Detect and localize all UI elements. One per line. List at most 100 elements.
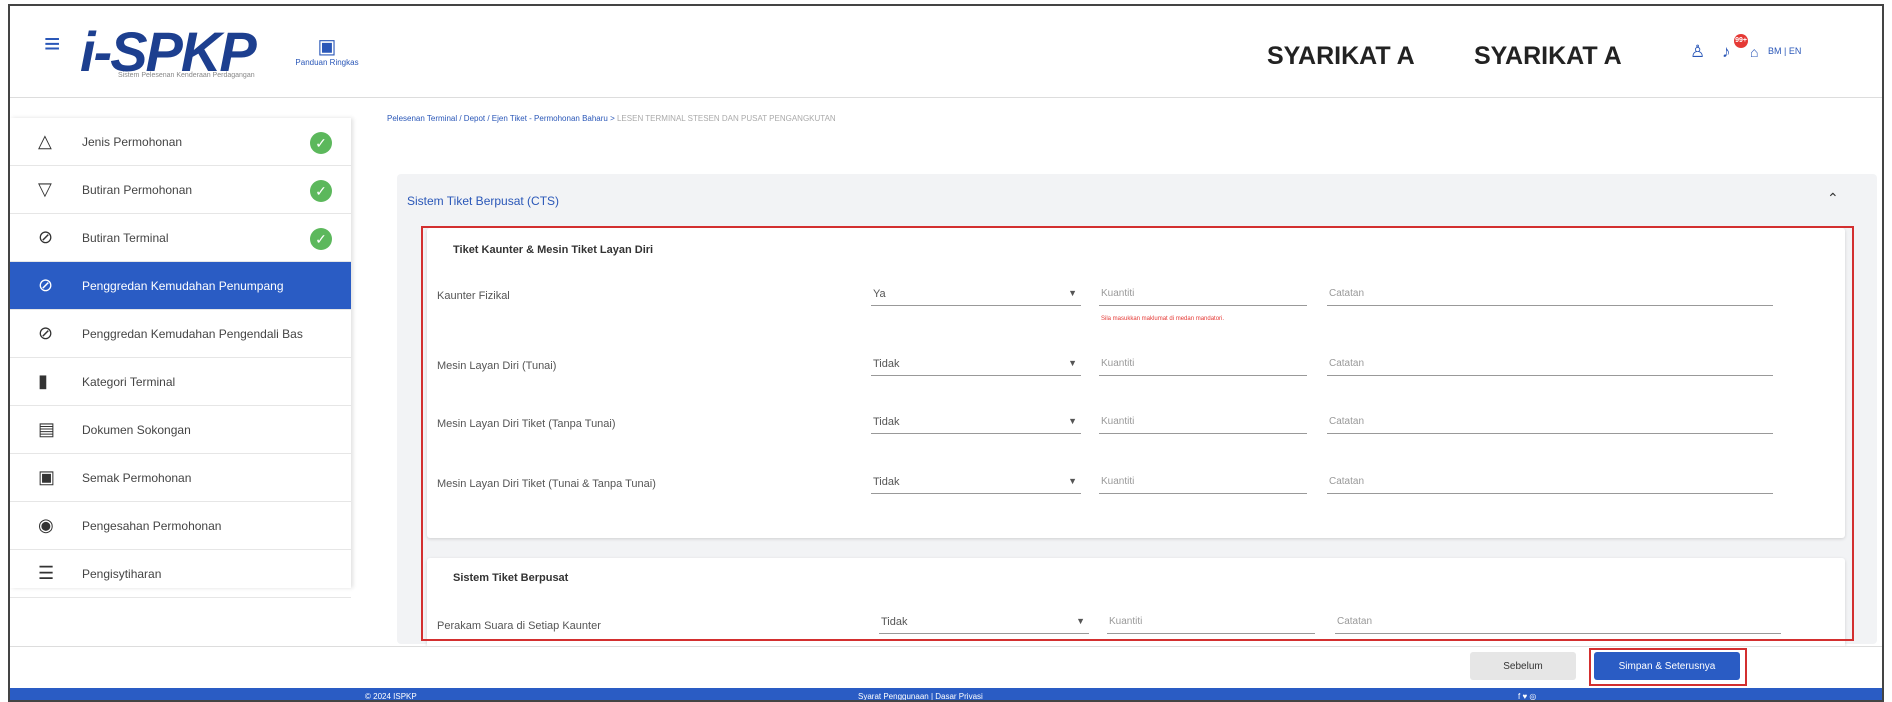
sidebar-item-label: Pengisytiharan [82, 566, 162, 581]
panduan-button[interactable]: ▣ Panduan Ringkas [282, 36, 372, 67]
panel-title[interactable]: Sistem Tiket Berpusat (CTS) [407, 194, 559, 208]
file-icon: ▮ [38, 371, 48, 391]
sidebar-item-butiran-permohonan[interactable]: ▽ Butiran Permohonan ✓ [10, 166, 351, 214]
app-window: ≡ i-SPKP Sistem Pelesenan Kenderaan Perd… [8, 4, 1884, 702]
main-content: Pelesenan Terminal / Depot / Ejen Tiket … [375, 98, 1880, 648]
sidebar-item-label: Jenis Permohonan [82, 134, 183, 149]
panduan-label: Panduan Ringkas [295, 58, 359, 67]
sidebar-item-label: Semak Permohonan [82, 470, 192, 485]
quantity-input[interactable]: Kuantiti [1107, 612, 1315, 634]
circle-icon: ◉ [38, 515, 54, 535]
breadcrumb: Pelesenan Terminal / Depot / Ejen Tiket … [387, 114, 836, 123]
note-input[interactable]: Catatan [1327, 284, 1773, 306]
note-placeholder: Catatan [1329, 416, 1365, 427]
error-message: Sila masukkan maklumat di medan mandator… [1101, 316, 1225, 322]
quantity-input[interactable]: Kuantiti [1099, 354, 1307, 376]
sidebar-item-dokumen-sokongan[interactable]: ▤ Dokumen Sokongan [10, 406, 351, 454]
document-icon: ▤ [38, 419, 56, 439]
save-next-button[interactable]: Simpan & Seterusnya [1594, 652, 1740, 680]
check-icon: ✓ [310, 228, 332, 250]
sidebar-item-label: Penggredan Kemudahan Pengendali Bas [82, 326, 303, 341]
copyright-text: © 2024 ISPKP [365, 692, 417, 701]
sidebar-item-label: Dokumen Sokongan [82, 422, 191, 437]
sidebar-item-label: Penggredan Kemudahan Penumpang [82, 278, 284, 293]
social-icons[interactable]: f ♥ ◎ [1518, 692, 1536, 700]
section-card-sistem-tiket: Sistem Tiket Berpusat Perakam Suara di S… [427, 558, 1845, 648]
sidebar-item-label: Butiran Permohonan [82, 182, 193, 197]
select-value: Tidak [881, 616, 908, 628]
row-label: Mesin Layan Diri (Tunai) [437, 360, 557, 372]
mesin-tanpa-tunai-select[interactable]: Tidak ▼ [871, 412, 1081, 434]
chevron-up-icon[interactable]: ⌃ [1827, 190, 1839, 207]
mesin-tunai-tanpa-tunai-select[interactable]: Tidak ▼ [871, 472, 1081, 494]
notification-bell-icon[interactable]: ♪ [1722, 42, 1731, 62]
sidebar-item-penggredan-bas[interactable]: ⊘ Penggredan Kemudahan Pengendali Bas [10, 310, 351, 358]
select-value: Tidak [873, 476, 900, 488]
sidebar-item-label: Butiran Terminal [82, 230, 169, 245]
breadcrumb-path[interactable]: Pelesenan Terminal / Depot / Ejen Tiket … [387, 114, 617, 123]
section-title: Sistem Tiket Berpusat [453, 572, 569, 584]
dropdown-arrow-icon: ▼ [1068, 416, 1077, 426]
quantity-placeholder: Kuantiti [1101, 288, 1135, 299]
filter-icon: ▽ [38, 179, 52, 199]
top-header: ≡ i-SPKP Sistem Pelesenan Kenderaan Perd… [10, 6, 1882, 98]
chat-icon: ▣ [38, 467, 56, 487]
section-card-kaunter: Tiket Kaunter & Mesin Tiket Layan Diri K… [427, 228, 1845, 538]
company-name: SYARIKAT A [1267, 42, 1415, 70]
breadcrumb-current: LESEN TERMINAL STESEN DAN PUSAT PENGANGK… [616, 114, 836, 123]
notification-badge: 99+ [1734, 34, 1748, 48]
quantity-placeholder: Kuantiti [1109, 616, 1143, 627]
select-value: Tidak [873, 416, 900, 428]
language-switcher[interactable]: BM | EN [1768, 46, 1801, 56]
sidebar: △ Jenis Permohonan ✓ ▽ Butiran Permohona… [10, 118, 351, 598]
sidebar-item-pengesahan-permohonan[interactable]: ◉ Pengesahan Permohonan [10, 502, 351, 550]
quantity-placeholder: Kuantiti [1101, 476, 1135, 487]
select-value: Ya [873, 288, 886, 300]
sidebar-item-penggredan-penumpang[interactable]: ⊘ Penggredan Kemudahan Penumpang [10, 262, 351, 310]
check-circle-icon: ⊘ [38, 275, 54, 295]
sidebar-item-semak-permohonan[interactable]: ▣ Semak Permohonan [10, 454, 351, 502]
check-icon: ✓ [310, 180, 332, 202]
quantity-input[interactable]: Kuantiti [1099, 284, 1307, 306]
note-input[interactable]: Catatan [1327, 472, 1773, 494]
quantity-input[interactable]: Kuantiti [1099, 472, 1307, 494]
note-placeholder: Catatan [1329, 288, 1365, 299]
kaunter-fizikal-select[interactable]: Ya ▼ [871, 284, 1081, 306]
dropdown-arrow-icon: ▼ [1068, 476, 1077, 486]
previous-button[interactable]: Sebelum [1470, 652, 1576, 680]
book-icon: ▣ [317, 36, 337, 58]
sidebar-item-butiran-terminal[interactable]: ⊘ Butiran Terminal ✓ [10, 214, 351, 262]
sidebar-item-jenis-permohonan[interactable]: △ Jenis Permohonan ✓ [10, 118, 351, 166]
dropdown-arrow-icon: ▼ [1076, 616, 1085, 626]
footer-links[interactable]: Syarat Penggunaan | Dasar Privasi [858, 692, 983, 700]
check-circle-icon: ⊘ [38, 227, 54, 247]
check-icon: ✓ [310, 132, 332, 154]
sidebar-item-label: Pengesahan Permohonan [82, 518, 222, 533]
sidebar-item-pengisytiharan[interactable]: ☰ Pengisytiharan [10, 550, 351, 598]
user-icon[interactable]: ♙ [1690, 42, 1705, 62]
dropdown-arrow-icon: ▼ [1068, 358, 1077, 368]
list-icon: ☰ [38, 563, 55, 583]
quantity-placeholder: Kuantiti [1101, 416, 1135, 427]
quantity-input[interactable]: Kuantiti [1099, 412, 1307, 434]
select-value: Tidak [873, 358, 900, 370]
note-placeholder: Catatan [1337, 616, 1373, 627]
note-input[interactable]: Catatan [1335, 612, 1781, 634]
note-input[interactable]: Catatan [1327, 354, 1773, 376]
dropdown-arrow-icon: ▼ [1068, 288, 1077, 298]
note-input[interactable]: Catatan [1327, 412, 1773, 434]
company-name-2: SYARIKAT A [1474, 42, 1622, 70]
row-label: Mesin Layan Diri Tiket (Tunai & Tanpa Tu… [437, 478, 656, 490]
hamburger-icon[interactable]: ≡ [44, 30, 60, 58]
logo-subtitle: Sistem Pelesenan Kenderaan Perdagangan [118, 72, 255, 79]
home-icon[interactable]: ⌂ [1750, 44, 1758, 60]
sidebar-item-label: Kategori Terminal [82, 374, 176, 389]
note-placeholder: Catatan [1329, 476, 1365, 487]
perakam-suara-select[interactable]: Tidak ▼ [879, 612, 1089, 634]
mesin-tunai-select[interactable]: Tidak ▼ [871, 354, 1081, 376]
sidebar-item-kategori-terminal[interactable]: ▮ Kategori Terminal [10, 358, 351, 406]
triangle-icon: △ [38, 131, 52, 151]
row-label: Perakam Suara di Setiap Kaunter [437, 620, 601, 632]
note-placeholder: Catatan [1329, 358, 1365, 369]
row-label: Kaunter Fizikal [437, 290, 510, 302]
